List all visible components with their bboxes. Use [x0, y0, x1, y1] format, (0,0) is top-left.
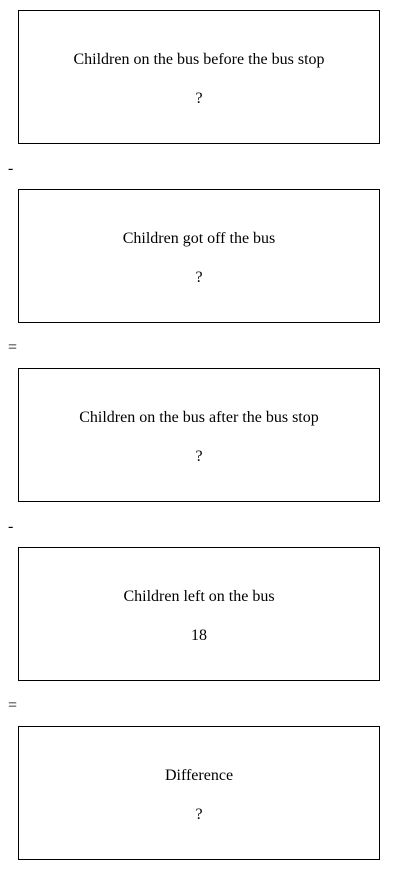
equals-operator: = [8, 339, 18, 356]
box-value: 18 [191, 627, 207, 644]
box-value: ? [195, 448, 203, 465]
box-value: ? [195, 806, 203, 823]
box-before-stop: Children on the bus before the bus stop … [18, 10, 380, 144]
box-difference: Difference ? [18, 726, 380, 860]
box-label: Children got off the bus [122, 230, 276, 247]
box-value: ? [195, 90, 203, 107]
minus-operator: - [8, 518, 14, 535]
box-after-stop: Children on the bus after the bus stop ? [18, 368, 380, 502]
box-label: Children on the bus after the bus stop [79, 409, 319, 426]
box-left-on-bus: Children left on the bus 18 [18, 547, 380, 681]
box-label: Children on the bus before the bus stop [73, 51, 325, 68]
box-got-off: Children got off the bus ? [18, 189, 380, 323]
equals-operator: = [8, 697, 18, 714]
box-value: ? [195, 269, 203, 286]
box-label: Children left on the bus [123, 588, 275, 605]
minus-operator: - [8, 160, 14, 177]
box-label: Difference [164, 767, 234, 784]
